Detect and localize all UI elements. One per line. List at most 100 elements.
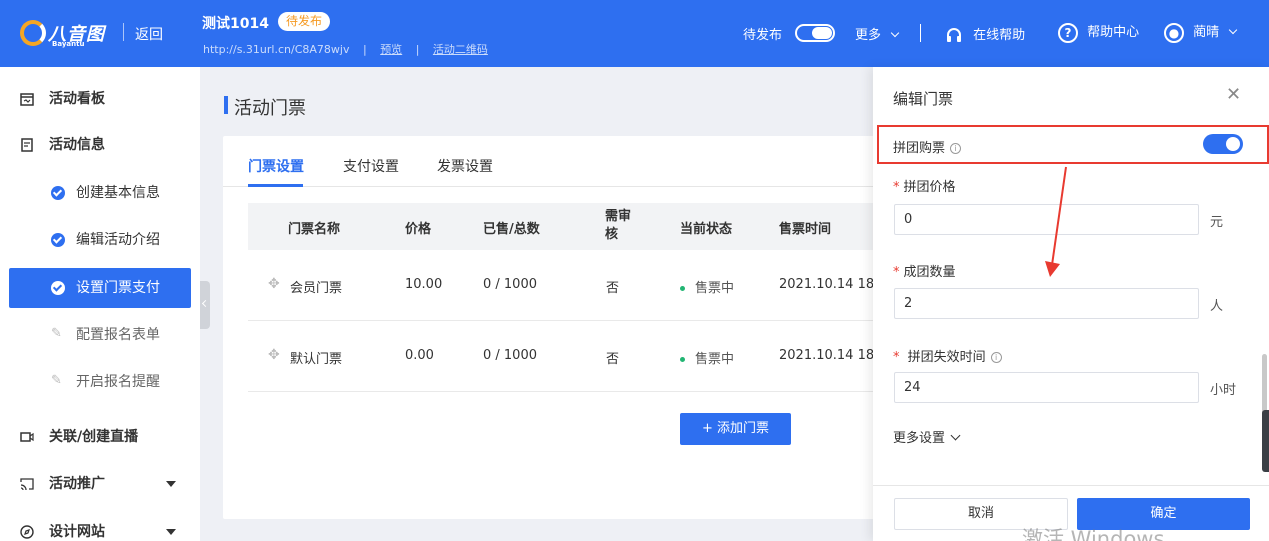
page-title: 活动门票 bbox=[234, 98, 306, 119]
required-mark: * bbox=[893, 180, 900, 195]
group-size-input[interactable]: 2 bbox=[894, 288, 1199, 319]
add-ticket-button[interactable]: + 添加门票 bbox=[680, 413, 791, 445]
chevron-down-icon bbox=[890, 28, 900, 38]
sidebar-collapse-handle[interactable] bbox=[200, 281, 210, 329]
close-icon[interactable]: ✕ bbox=[1226, 86, 1241, 104]
column-header: 售票时间 bbox=[779, 222, 832, 237]
group-size-label: * 成团数量 bbox=[893, 261, 956, 280]
group-buy-text: 拼团购票 bbox=[893, 141, 946, 156]
sidebar-step-reminder[interactable]: ✎ 开启报名提醒 bbox=[9, 362, 191, 402]
sidebar-step-basic-info[interactable]: 创建基本信息 bbox=[9, 173, 191, 213]
sidebar-item-label: 活动推广 bbox=[49, 476, 105, 492]
status-badge: 待发布 bbox=[278, 12, 331, 31]
user-avatar-icon: ● bbox=[1164, 22, 1184, 43]
publish-toggle[interactable] bbox=[795, 24, 835, 42]
sidebar-item-label: 配置报名表单 bbox=[76, 327, 160, 343]
sidebar-item-label: 编辑活动介绍 bbox=[76, 232, 160, 248]
required-mark: * bbox=[893, 350, 900, 365]
ticket-name: 默认门票 bbox=[290, 352, 343, 367]
logo-subtext: Bayantu bbox=[52, 40, 85, 48]
status-text: 售票中 bbox=[695, 352, 735, 367]
top-bar: 八音图 Bayantu 返回 测试1014 待发布 http://s.31url… bbox=[0, 0, 1269, 67]
group-price-label: * 拼团价格 bbox=[893, 176, 956, 195]
ticket-review: 否 bbox=[606, 352, 620, 367]
more-settings-toggle[interactable]: 更多设置 bbox=[893, 427, 961, 446]
ticket-price: 10.00 bbox=[405, 277, 443, 292]
compass-icon bbox=[20, 525, 34, 539]
column-header: 价格 bbox=[405, 222, 432, 237]
ticket-review: 否 bbox=[606, 281, 620, 296]
user-name: 蔺晴 bbox=[1193, 25, 1220, 40]
calendar-icon bbox=[20, 93, 34, 106]
table-row[interactable]: ✥ 默认门票 0.00 0 / 1000 否 售票中 2021.10.14 18 bbox=[248, 321, 883, 392]
title-accent-bar bbox=[224, 96, 228, 114]
help-center-link[interactable]: ? 帮助中心 bbox=[1058, 21, 1139, 43]
floating-side-widget[interactable] bbox=[1262, 410, 1269, 472]
ticket-sold: 0 / 1000 bbox=[483, 277, 537, 292]
qrcode-link[interactable]: 活动二维码 bbox=[433, 43, 488, 56]
pencil-icon: ✎ bbox=[51, 373, 62, 388]
preview-link[interactable]: 预览 bbox=[380, 43, 402, 56]
sidebar-item-label: 关联/创建直播 bbox=[49, 429, 139, 445]
ticket-price: 0.00 bbox=[405, 348, 434, 363]
column-header: 已售/总数 bbox=[483, 222, 540, 237]
edit-ticket-drawer: 编辑门票 ✕ 拼团购票 i * 拼团价格 0 元 * 成团数量 2 人 * 拼团失效时… bbox=[873, 67, 1269, 541]
expire-time-unit: 小时 bbox=[1210, 383, 1237, 398]
sidebar-item-promotion[interactable]: 活动推广 bbox=[0, 464, 200, 504]
group-size-unit: 人 bbox=[1210, 299, 1224, 314]
sidebar-item-label: 设置门票支付 bbox=[76, 280, 160, 296]
sidebar-item-label: 开启报名提醒 bbox=[76, 374, 160, 390]
sidebar-item-dashboard[interactable]: 活动看板 bbox=[0, 79, 200, 119]
info-icon[interactable]: i bbox=[990, 352, 1002, 363]
annotation-arrow bbox=[1045, 166, 1067, 277]
table-header: 门票名称 价格 已售/总数 需审核 当前状态 售票时间 bbox=[248, 203, 883, 250]
sidebar-step-ticket-payment[interactable]: 设置门票支付 bbox=[9, 268, 191, 308]
drag-handle-icon[interactable]: ✥ bbox=[268, 347, 280, 363]
sidebar-item-site[interactable]: 设计网站 bbox=[0, 512, 200, 541]
ticket-status: 售票中 bbox=[680, 348, 734, 367]
column-header: 当前状态 bbox=[680, 222, 733, 237]
ticket-sale-time: 2021.10.14 18 bbox=[779, 348, 875, 363]
active-tab-indicator bbox=[248, 184, 303, 187]
group-price-unit: 元 bbox=[1210, 215, 1224, 230]
info-icon[interactable]: i bbox=[950, 143, 962, 154]
more-menu[interactable]: 更多 bbox=[855, 24, 900, 43]
event-url[interactable]: http://s.31url.cn/C8A78wjv bbox=[203, 43, 349, 56]
sidebar-step-form[interactable]: ✎ 配置报名表单 bbox=[9, 315, 191, 355]
group-buy-switch[interactable] bbox=[1203, 134, 1243, 154]
tab-invoice-settings[interactable]: 发票设置 bbox=[437, 156, 493, 176]
expire-time-input[interactable]: 24 bbox=[894, 372, 1199, 403]
drawer-scrollbar[interactable] bbox=[1262, 354, 1267, 416]
toggle-fill bbox=[812, 27, 832, 39]
online-help-label: 在线帮助 bbox=[973, 28, 1026, 43]
caret-down-icon bbox=[166, 529, 176, 535]
online-help-link[interactable]: 在线帮助 bbox=[945, 24, 1025, 45]
expire-time-label: * 拼团失效时间 i bbox=[893, 346, 1002, 365]
windows-activation-watermark: 激活 Windows bbox=[1022, 527, 1165, 541]
check-circle-icon bbox=[51, 233, 65, 247]
sidebar-item-info[interactable]: 活动信息 bbox=[0, 125, 200, 165]
drag-handle-icon[interactable]: ✥ bbox=[268, 276, 280, 292]
table-row[interactable]: ✥ 会员门票 10.00 0 / 1000 否 售票中 2021.10.14 1… bbox=[248, 250, 883, 321]
sidebar-item-live[interactable]: 关联/创建直播 bbox=[0, 417, 200, 457]
sidebar-step-intro[interactable]: 编辑活动介绍 bbox=[9, 220, 191, 260]
sidebar-item-label: 创建基本信息 bbox=[76, 185, 160, 201]
divider bbox=[123, 23, 124, 41]
ticket-status: 售票中 bbox=[680, 277, 734, 296]
chevron-down-icon bbox=[1229, 25, 1238, 35]
ticket-sale-time: 2021.10.14 18 bbox=[779, 277, 875, 292]
brand-logo[interactable]: 八音图 Bayantu bbox=[20, 18, 112, 48]
field-label-text: 拼团价格 bbox=[903, 180, 956, 195]
divider: | bbox=[362, 43, 367, 56]
back-link[interactable]: 返回 bbox=[135, 24, 163, 44]
divider: | bbox=[415, 43, 420, 56]
event-url-line: http://s.31url.cn/C8A78wjv | 预览 | 活动二维码 bbox=[203, 41, 488, 57]
user-menu[interactable]: ● 蔺晴 bbox=[1164, 21, 1238, 43]
more-menu-label: 更多 bbox=[855, 28, 882, 43]
sidebar-item-label: 活动看板 bbox=[49, 91, 105, 107]
tab-ticket-settings[interactable]: 门票设置 bbox=[248, 156, 304, 176]
help-center-label: 帮助中心 bbox=[1087, 25, 1140, 40]
ticket-sold: 0 / 1000 bbox=[483, 348, 537, 363]
question-icon: ? bbox=[1058, 22, 1078, 43]
tab-payment-settings[interactable]: 支付设置 bbox=[343, 156, 399, 176]
